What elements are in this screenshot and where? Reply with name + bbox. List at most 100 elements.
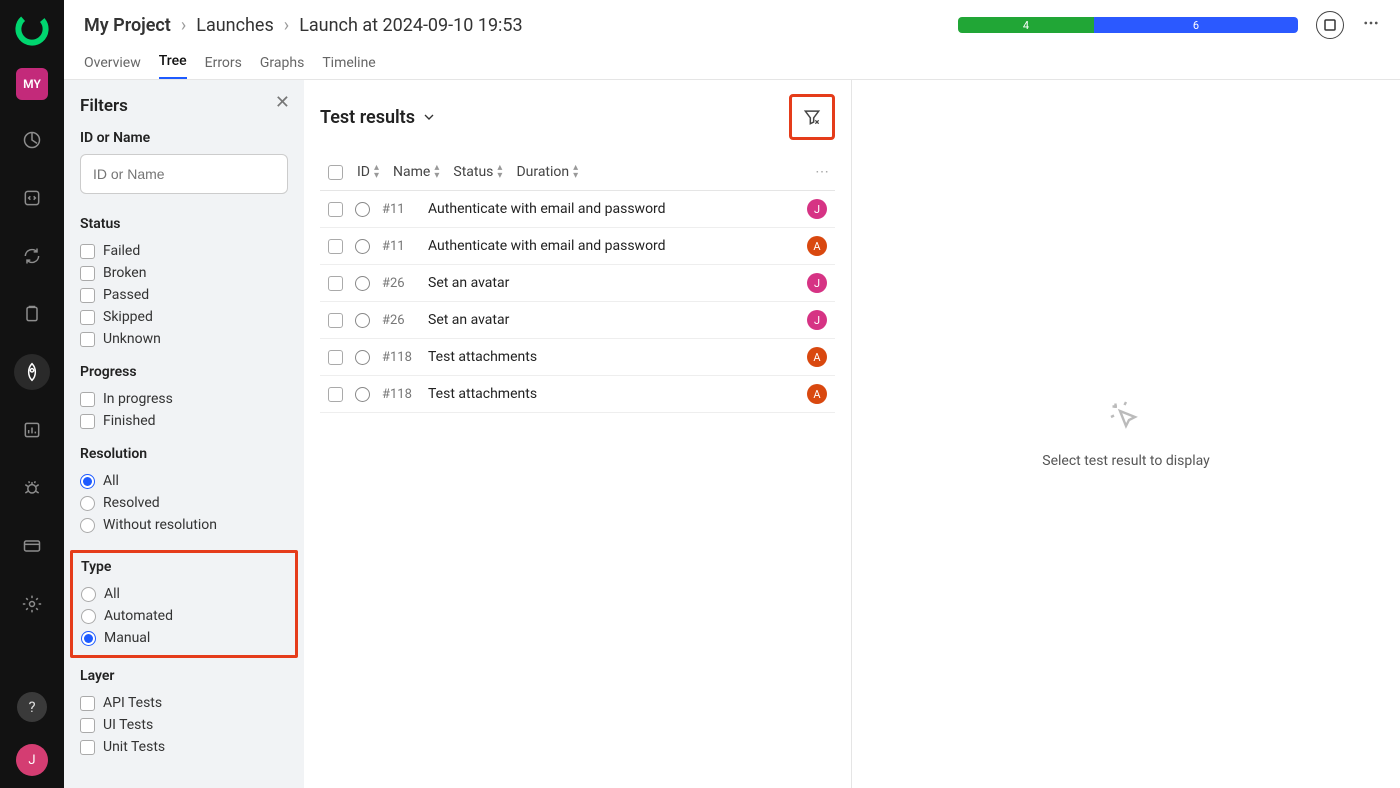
status-ring-icon [355, 350, 370, 365]
filter-idname-label: ID or Name [80, 130, 288, 146]
more-menu-button[interactable] [1362, 14, 1380, 36]
filter-option[interactable]: Skipped [80, 306, 288, 328]
row-id: #26 [382, 313, 416, 328]
assignee-badge[interactable]: J [807, 273, 827, 293]
checkbox-icon [80, 266, 95, 281]
filter-idname-input[interactable] [80, 154, 288, 194]
filters-title: Filters [80, 96, 288, 116]
nav-sync-icon[interactable] [14, 238, 50, 274]
filter-option[interactable]: Unknown [80, 328, 288, 350]
assignee-badge[interactable]: J [807, 199, 827, 219]
row-name: Set an avatar [428, 275, 795, 291]
status-ring-icon [355, 387, 370, 402]
cursor-click-icon [1108, 399, 1144, 439]
filter-option[interactable]: API Tests [80, 692, 288, 714]
crumb-launches[interactable]: Launches [196, 15, 274, 36]
select-all-checkbox[interactable] [328, 165, 343, 180]
nav-code-icon[interactable] [14, 180, 50, 216]
row-checkbox[interactable] [328, 202, 343, 217]
filter-option[interactable]: In progress [80, 388, 288, 410]
col-duration[interactable]: Duration▴▾ [516, 164, 578, 180]
filter-option[interactable]: Failed [80, 240, 288, 262]
tab-errors[interactable]: Errors [205, 55, 242, 79]
stop-button[interactable] [1316, 11, 1344, 39]
nav-clipboard-icon[interactable] [14, 296, 50, 332]
assignee-badge[interactable]: A [807, 347, 827, 367]
filter-option[interactable]: Unit Tests [80, 736, 288, 758]
row-name: Test attachments [428, 386, 795, 402]
row-id: #118 [382, 387, 416, 402]
result-row[interactable]: #11Authenticate with email and passwordA [320, 228, 835, 265]
chevron-right-icon: › [284, 15, 289, 36]
filter-option[interactable]: Finished [80, 410, 288, 432]
checkbox-icon [80, 244, 95, 259]
nav-rail: MY ? J [0, 0, 64, 788]
chevron-right-icon: › [181, 15, 186, 36]
help-button[interactable]: ? [17, 692, 47, 722]
filter-option[interactable]: Passed [80, 284, 288, 306]
filter-button-highlight [789, 94, 835, 140]
tab-timeline[interactable]: Timeline [322, 55, 375, 79]
assignee-badge[interactable]: J [807, 310, 827, 330]
columns-menu-button[interactable]: ⋯ [815, 164, 829, 180]
status-bar[interactable]: 4 6 [958, 17, 1298, 33]
tab-graphs[interactable]: Graphs [260, 55, 304, 79]
topbar: My Project › Launches › Launch at 2024-0… [64, 0, 1400, 50]
results-panel: Test results ID▴▾ Name▴▾ Status▴▾ Durati… [304, 80, 852, 788]
nav-card-icon[interactable] [14, 528, 50, 564]
radio-icon [80, 474, 95, 489]
row-name: Authenticate with email and password [428, 238, 795, 254]
nav-bug-icon[interactable] [14, 470, 50, 506]
filter-toggle-button[interactable] [794, 99, 830, 135]
filter-layer-label: Layer [80, 668, 288, 684]
crumb-project[interactable]: My Project [84, 15, 171, 36]
radio-icon [81, 631, 96, 646]
checkbox-icon [80, 718, 95, 733]
close-filters-button[interactable]: ✕ [275, 92, 290, 113]
filter-progress-label: Progress [80, 364, 288, 380]
checkbox-icon [80, 332, 95, 347]
row-checkbox[interactable] [328, 239, 343, 254]
filter-option[interactable]: Automated [81, 605, 287, 627]
col-name[interactable]: Name▴▾ [393, 164, 439, 180]
assignee-badge[interactable]: A [807, 236, 827, 256]
detail-empty-text: Select test result to display [1042, 453, 1210, 469]
tab-overview[interactable]: Overview [84, 55, 141, 79]
filter-type-label: Type [81, 559, 287, 575]
filter-option[interactable]: Broken [80, 262, 288, 284]
filter-option[interactable]: UI Tests [80, 714, 288, 736]
filter-option[interactable]: Without resolution [80, 514, 288, 536]
crumb-launch[interactable]: Launch at 2024-09-10 19:53 [299, 15, 522, 36]
results-title[interactable]: Test results [320, 107, 437, 128]
result-row[interactable]: #26Set an avatarJ [320, 265, 835, 302]
user-avatar[interactable]: J [16, 744, 48, 776]
col-status[interactable]: Status▴▾ [453, 164, 502, 180]
project-badge[interactable]: MY [16, 68, 48, 100]
nav-launches-icon[interactable] [14, 354, 50, 390]
app-logo[interactable] [15, 12, 49, 46]
filter-option[interactable]: All [80, 470, 288, 492]
radio-icon [81, 587, 96, 602]
filter-option[interactable]: Manual [81, 627, 287, 649]
nav-settings-icon[interactable] [14, 586, 50, 622]
result-row[interactable]: #118 Test attachments A [320, 376, 835, 413]
tab-row: Overview Tree Errors Graphs Timeline [64, 50, 1400, 80]
filter-type-highlight: Type AllAutomatedManual [70, 550, 298, 658]
status-passed-count: 4 [958, 17, 1094, 33]
checkbox-icon [80, 288, 95, 303]
nav-analytics-icon[interactable] [14, 122, 50, 158]
row-checkbox[interactable] [328, 387, 343, 402]
row-checkbox[interactable] [328, 276, 343, 291]
result-row[interactable]: #11Authenticate with email and passwordJ [320, 191, 835, 228]
tab-tree[interactable]: Tree [159, 53, 187, 79]
row-checkbox[interactable] [328, 313, 343, 328]
row-checkbox[interactable] [328, 350, 343, 365]
status-ring-icon [355, 276, 370, 291]
assignee-badge[interactable]: A [807, 384, 827, 404]
result-row[interactable]: #118Test attachmentsA [320, 339, 835, 376]
filter-option[interactable]: Resolved [80, 492, 288, 514]
nav-chart-icon[interactable] [14, 412, 50, 448]
col-id[interactable]: ID▴▾ [357, 164, 379, 180]
filter-option[interactable]: All [81, 583, 287, 605]
result-row[interactable]: #26Set an avatarJ [320, 302, 835, 339]
